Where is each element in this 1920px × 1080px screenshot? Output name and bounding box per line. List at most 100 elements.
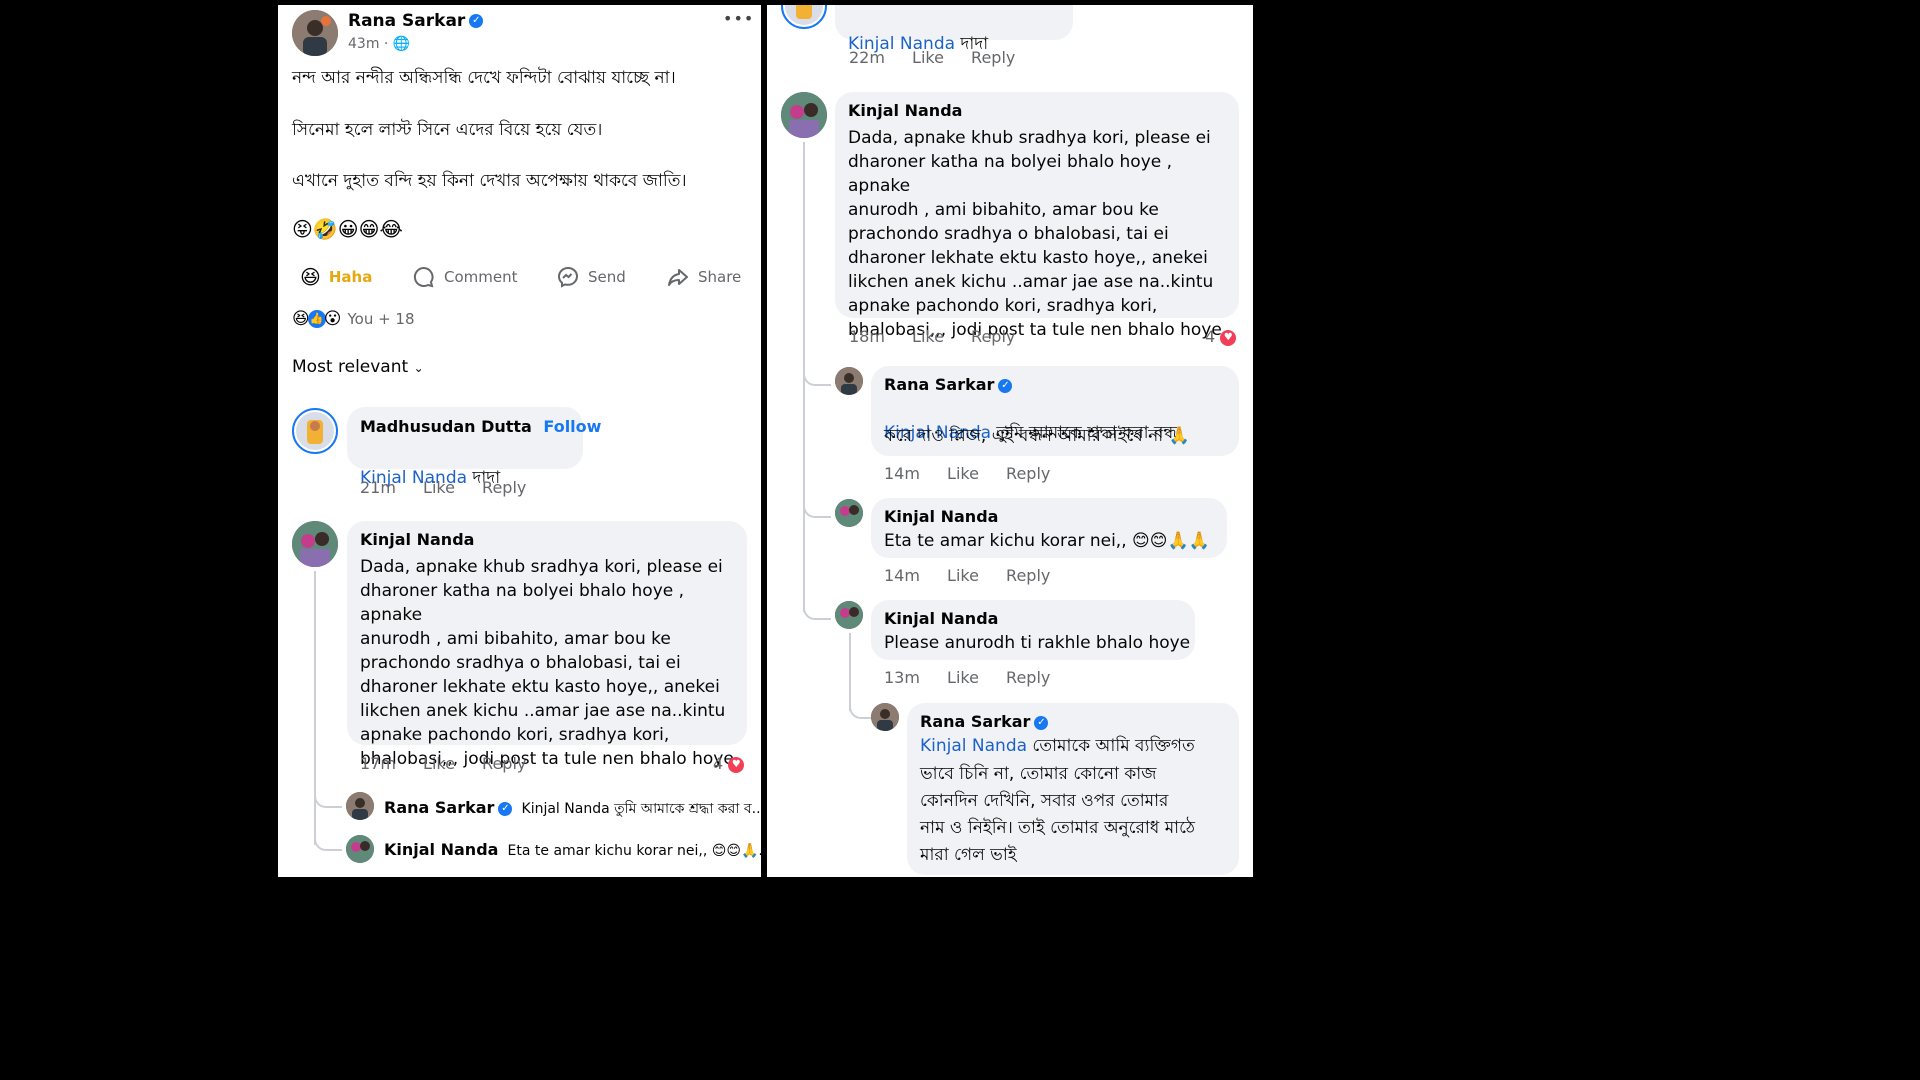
thread-curve [314, 823, 342, 851]
post-text-line-1: নন্দ আর নন্দীর অন্ধিসন্ধি দেখে ফন্দিটা ব… [292, 68, 676, 88]
comment-button[interactable]: Comment [412, 265, 518, 289]
comment-time: 17m [360, 754, 396, 773]
post-author[interactable]: Rana Sarkar ✓ [348, 11, 484, 31]
comment-time: 21m [360, 478, 396, 497]
thread-line [314, 571, 316, 845]
comment-author[interactable]: Madhusudan Dutta [360, 417, 532, 436]
reply-bubble: Kinjal Nanda Eta te amar kichu korar nei… [871, 498, 1227, 558]
reply-button[interactable]: Reply [482, 478, 526, 497]
verified-badge-icon: ✓ [469, 14, 484, 28]
thread-curve [314, 780, 342, 808]
reply-meta: 14m Like Reply [884, 464, 1072, 483]
reply-button[interactable]: Reply [1006, 464, 1050, 483]
comment-reaction-count[interactable]: 4 ♥ [713, 754, 745, 773]
comment-author[interactable]: Kinjal Nanda [360, 530, 474, 549]
post-time[interactable]: 43m · 🌐 [348, 36, 410, 52]
reactions-summary[interactable]: 😆 👍 😮 You + 18 [292, 309, 415, 329]
mention-link[interactable]: Kinjal Nanda [920, 736, 1027, 756]
reply-button[interactable]: Reply [971, 48, 1015, 67]
reply-time: 14m [884, 464, 920, 483]
author-avatar[interactable] [292, 10, 338, 56]
heart-icon: ♥ [1220, 329, 1237, 346]
commenter-avatar[interactable] [292, 408, 338, 454]
commenter-avatar[interactable] [781, 5, 827, 29]
comment-bubble: Kinjal Nanda দাদা [835, 5, 1073, 54]
reply-avatar[interactable] [346, 835, 374, 863]
sort-dropdown[interactable]: Most relevant ⌄ [292, 357, 424, 377]
verified-badge-icon: ✓ [998, 378, 1013, 393]
send-button[interactable]: Send [556, 265, 626, 289]
comment-bubble: Madhusudan Dutta Follow Kinjal Nanda দাদ… [347, 407, 601, 488]
commenter-avatar[interactable] [781, 92, 827, 138]
share-button[interactable]: Share [666, 265, 741, 289]
comment-meta: 22m Like Reply [849, 48, 1037, 67]
share-icon [668, 269, 688, 286]
like-button[interactable]: Like [912, 327, 944, 346]
haha-button[interactable]: 😆 Haha [300, 265, 372, 289]
verified-badge-icon: ✓ [498, 801, 513, 816]
comment-text: Dada, apnake khub sradhya kori, please e… [848, 128, 1222, 340]
reply-button[interactable]: Reply [1006, 566, 1050, 585]
reply-text: ভাবে চিনি না, তোমার কোনো কাজ কোনদিন দেখি… [920, 764, 1196, 865]
chevron-down-icon: ⌄ [413, 361, 424, 375]
reply-avatar[interactable] [835, 499, 863, 527]
comment-time: 22m [849, 48, 885, 67]
thread-curve [849, 697, 873, 719]
thread-curve [803, 360, 831, 386]
reply-author[interactable]: Rana Sarkar ✓ [884, 375, 1013, 394]
wow-reaction-icon: 😮 [323, 309, 342, 329]
messenger-icon [557, 266, 579, 288]
reply-button[interactable]: Reply [1006, 668, 1050, 687]
reply-bubble: Rana Sarkar ✓ Kinjal Nanda তুমি আমাকে শ্র… [871, 366, 1239, 456]
reply-meta: 14m Like Reply [884, 566, 1072, 585]
like-button[interactable]: Like [423, 478, 455, 497]
reply-time: 13m [884, 668, 920, 687]
reply-author[interactable]: Kinjal Nanda [884, 609, 998, 628]
comment-text: Dada, apnake khub sradhya kori, please e… [360, 557, 734, 769]
reply-bubble: Rana Sarkar ✓ Kinjal Nanda তোমাকে আমি ব্য… [907, 703, 1239, 875]
heart-icon: ♥ [728, 756, 745, 773]
verified-badge-icon: ✓ [1034, 715, 1049, 730]
reply-avatar[interactable] [871, 703, 899, 731]
reply-meta: 13m Like Reply [884, 668, 1072, 687]
comment-bubble: Kinjal Nanda Dada, apnake khub sradhya k… [835, 92, 1239, 340]
reply-author[interactable]: Kinjal Nanda [884, 507, 998, 526]
commenter-avatar[interactable] [292, 521, 338, 567]
reply-avatar[interactable] [835, 367, 863, 395]
reply-text: তোমাকে আমি ব্যক্তিগত [1027, 736, 1195, 756]
like-button[interactable]: Like [947, 464, 979, 483]
like-button[interactable]: Like [947, 566, 979, 585]
thread-curve [803, 492, 831, 518]
like-button[interactable]: Like [947, 668, 979, 687]
globe-icon: 🌐 [392, 36, 411, 52]
reply-time: 14m [884, 566, 920, 585]
reply-text: Please anurodh ti rakhle bhalo hoye [884, 633, 1191, 653]
comment-icon [413, 266, 434, 288]
reply-button[interactable]: Reply [971, 327, 1015, 346]
more-options-icon[interactable]: ••• [723, 9, 754, 28]
reply-preview[interactable]: Kinjal Nanda Eta te amar kichu korar nei… [384, 840, 761, 859]
reply-text: করে দাও প্লিজ, এই বন্ধন আমার সইবে না 🙏 [884, 426, 1190, 446]
post-text-line-2: সিনেমা হলে লাস্ট সিনে এদের বিয়ে হয়ে যে… [292, 120, 603, 140]
reply-preview[interactable]: Rana Sarkar ✓ Kinjal Nanda তুমি আমাকে শ্র… [384, 797, 761, 821]
thread-panel: Kinjal Nanda দাদা 22m Like Reply Kinjal … [767, 5, 1253, 877]
reply-avatar[interactable] [835, 601, 863, 629]
reply-button[interactable]: Reply [482, 754, 526, 773]
haha-icon: 😆 [300, 265, 321, 289]
comment-author[interactable]: Kinjal Nanda [848, 101, 962, 120]
post-panel: Rana Sarkar ✓ 43m · 🌐 ••• নন্দ আর নন্দীর … [278, 5, 761, 877]
comment-reaction-count[interactable]: 4 ♥ [1205, 327, 1237, 346]
reply-author[interactable]: Rana Sarkar ✓ [920, 712, 1049, 731]
reply-avatar[interactable] [346, 792, 374, 820]
post-text-line-3: এখানে দুহাত বন্দি হয় কিনা দেখার অপেক্ষা… [292, 171, 687, 191]
follow-link[interactable]: Follow [543, 417, 601, 436]
like-button[interactable]: Like [912, 48, 944, 67]
comment-meta: 18m Like Reply [849, 327, 1037, 346]
like-button[interactable]: Like [423, 754, 455, 773]
comment-bubble: Kinjal Nanda Dada, apnake khub sradhya k… [347, 521, 747, 769]
reply-text: Eta te amar kichu korar nei,, 😊😊🙏🙏 [884, 531, 1210, 551]
post-emojis: 😝🤣😀😁😂 [292, 217, 403, 241]
comment-meta: 17m Like Reply [360, 754, 548, 773]
comment-time: 18m [849, 327, 885, 346]
reply-bubble: Kinjal Nanda Please anurodh ti rakhle bh… [871, 600, 1195, 660]
